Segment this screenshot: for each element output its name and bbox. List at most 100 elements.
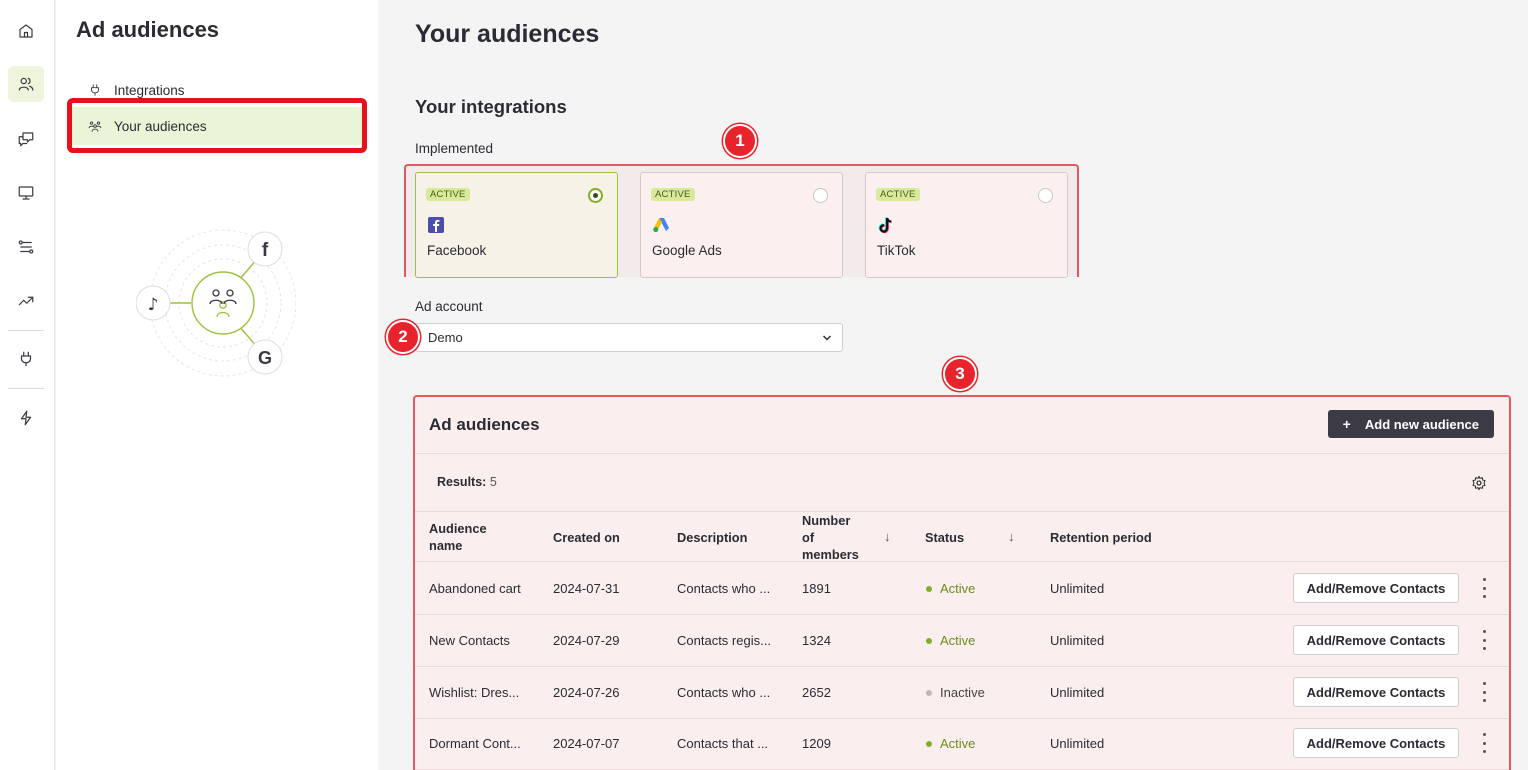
members: 2652 <box>802 685 831 700</box>
add-remove-contacts-button[interactable]: Add/Remove Contacts <box>1293 677 1459 707</box>
add-remove-contacts-button[interactable]: Add/Remove Contacts <box>1293 728 1459 758</box>
more-options-icon[interactable] <box>1481 733 1487 753</box>
retention: Unlimited <box>1050 633 1105 648</box>
column-header-retention[interactable]: Retention period <box>1050 529 1152 546</box>
callout-marker-1: 1 <box>723 124 757 158</box>
trend-icon[interactable] <box>8 283 44 319</box>
audience-name[interactable]: Wishlist: Dres... <box>429 685 519 700</box>
home-icon[interactable] <box>8 13 44 49</box>
your-audiences-highlight <box>67 98 367 153</box>
main-content: Your audiences Your integrations Impleme… <box>378 0 1528 770</box>
created-on: 2024-07-29 <box>553 633 620 648</box>
svg-text:f: f <box>262 240 269 261</box>
users-icon[interactable] <box>8 66 44 102</box>
status-badge: ACTIVE <box>876 188 920 201</box>
plug-icon <box>91 84 99 96</box>
results-count: Results: 5 <box>437 475 497 489</box>
plug-icon[interactable] <box>8 341 44 377</box>
monitor-icon[interactable] <box>8 175 44 211</box>
svg-text:♪: ♪ <box>148 295 159 315</box>
description: Contacts that ... <box>677 736 769 751</box>
ad-account-label: Ad account <box>415 299 483 314</box>
created-on: 2024-07-26 <box>553 685 620 700</box>
ad-account-select[interactable]: Demo <box>415 323 843 352</box>
audience-name[interactable]: Dormant Cont... <box>429 736 521 751</box>
status-badge: ACTIVE <box>426 188 470 201</box>
status: Active <box>926 581 975 596</box>
add-new-audience-label: Add new audience <box>1364 416 1479 432</box>
status-badge: ACTIVE <box>651 188 695 201</box>
more-options-icon[interactable] <box>1481 682 1487 702</box>
chevron-down-icon <box>822 335 832 341</box>
status: Active <box>926 736 975 751</box>
automation-icon[interactable] <box>8 229 44 265</box>
integration-radio[interactable] <box>1038 188 1053 203</box>
chat-icon[interactable] <box>8 121 44 157</box>
created-on: 2024-07-31 <box>553 581 620 596</box>
google-ads-icon <box>653 218 669 233</box>
panel-title: Ad audiences <box>429 415 540 434</box>
column-header-description[interactable]: Description <box>677 529 747 546</box>
integration-card-google-ads[interactable]: ACTIVE Google Ads <box>640 172 843 278</box>
description: Contacts who ... <box>677 581 771 596</box>
table-row: Abandoned cart 2024-07-31 Contacts who .… <box>415 563 1509 615</box>
members: 1891 <box>802 581 831 596</box>
subnav-item-label: Integrations <box>114 82 185 98</box>
status: Active <box>926 633 975 648</box>
table-header: Audience name Created on Description Num… <box>415 511 1509 562</box>
description: Contacts regis... <box>677 633 771 648</box>
more-options-icon[interactable] <box>1481 630 1487 650</box>
rail-divider <box>8 330 44 331</box>
table-row: Dormant Cont... 2024-07-07 Contacts that… <box>415 718 1509 770</box>
status: Inactive <box>926 685 985 700</box>
panel-header: Ad audiences + Add new audience <box>415 397 1509 454</box>
subnav-title: Ad audiences <box>76 17 220 42</box>
callout-marker-3: 3 <box>943 357 977 391</box>
svg-text:G: G <box>258 348 272 368</box>
audience-name[interactable]: New Contacts <box>429 633 510 648</box>
tiktok-icon <box>878 217 892 234</box>
add-new-audience-button[interactable]: + Add new audience <box>1327 410 1494 438</box>
created-on: 2024-07-07 <box>553 736 620 751</box>
audience-name[interactable]: Abandoned cart <box>429 581 521 596</box>
retention: Unlimited <box>1050 736 1105 751</box>
integration-name: Google Ads <box>652 243 722 258</box>
facebook-icon <box>428 217 444 233</box>
column-header-members[interactable]: Number of members <box>802 512 862 563</box>
sort-arrow-icon[interactable]: ↓ <box>884 529 891 544</box>
integrations-title: Your integrations <box>415 96 567 117</box>
rail-divider <box>8 388 44 389</box>
integration-card-facebook[interactable]: ACTIVE Facebook <box>415 172 618 278</box>
integration-name: TikTok <box>877 243 916 258</box>
plus-icon: + <box>1342 416 1351 432</box>
retention: Unlimited <box>1050 685 1105 700</box>
integration-radio[interactable] <box>588 188 603 203</box>
members: 1209 <box>802 736 831 751</box>
table-row: Wishlist: Dres... 2024-07-26 Contacts wh… <box>415 667 1509 719</box>
members: 1324 <box>802 633 831 648</box>
ad-audiences-panel: Ad audiences + Add new audience Results:… <box>413 395 1511 770</box>
results-value: 5 <box>489 475 497 489</box>
implemented-label: Implemented <box>415 141 494 156</box>
sort-arrow-icon[interactable]: ↓ <box>1008 529 1015 544</box>
add-remove-contacts-button[interactable]: Add/Remove Contacts <box>1293 573 1459 603</box>
description: Contacts who ... <box>677 685 771 700</box>
audience-network-illustration: f G ♪ <box>136 229 296 377</box>
add-remove-contacts-button[interactable]: Add/Remove Contacts <box>1293 625 1459 655</box>
table-row: New Contacts 2024-07-29 Contacts regis..… <box>415 615 1509 667</box>
retention: Unlimited <box>1050 581 1105 596</box>
page-title: Your audiences <box>415 20 600 48</box>
integration-radio[interactable] <box>813 188 828 203</box>
icon-rail <box>0 0 55 770</box>
column-header-created-on[interactable]: Created on <box>553 529 620 546</box>
integration-card-tiktok[interactable]: ACTIVE TikTok <box>865 172 1068 278</box>
integration-name: Facebook <box>427 243 487 258</box>
column-header-audience-name[interactable]: Audience name <box>429 520 519 554</box>
callout-marker-2: 2 <box>386 320 420 354</box>
more-options-icon[interactable] <box>1481 578 1487 598</box>
ad-account-value: Demo <box>428 330 463 345</box>
results-label: Results: <box>437 475 487 489</box>
column-header-status[interactable]: Status <box>925 529 964 546</box>
bolt-icon[interactable] <box>8 400 44 436</box>
gear-icon[interactable] <box>1471 475 1487 491</box>
